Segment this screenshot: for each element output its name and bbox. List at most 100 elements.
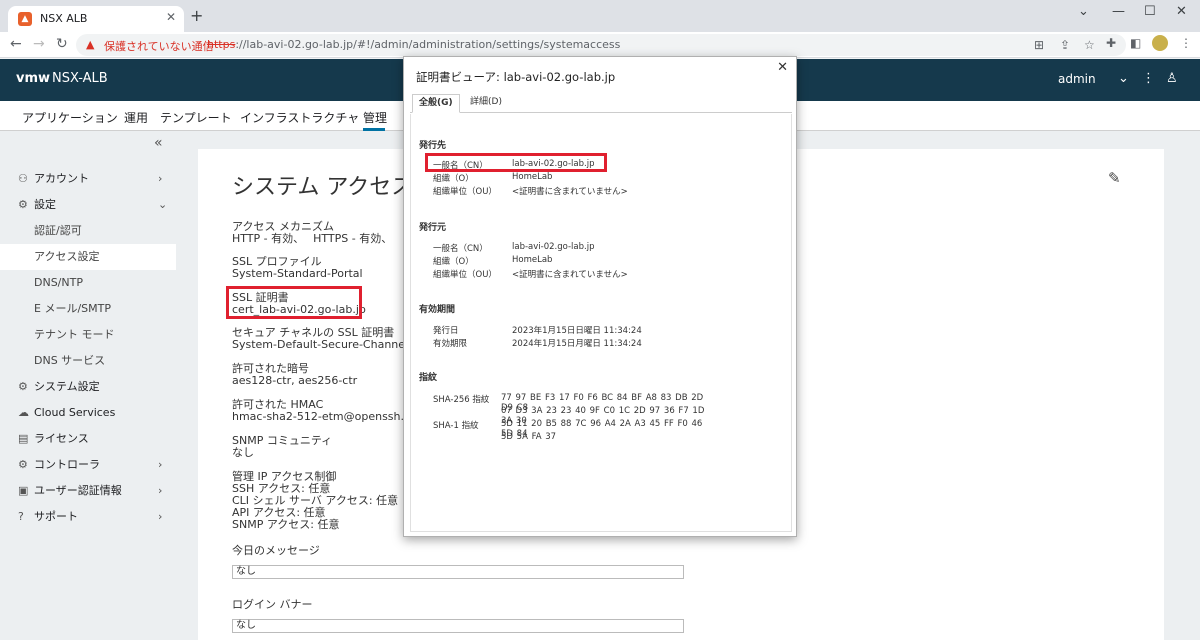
- sidebar-item-accounts[interactable]: ⚇ アカウント ›: [0, 166, 176, 192]
- issued-by-header: 発行元: [419, 223, 447, 233]
- vmware-logo: vmw: [16, 71, 51, 86]
- sidebar-item-user-credentials[interactable]: ▣ ユーザー認証情報 ›: [0, 478, 176, 504]
- chevron-down-icon: ⌄: [158, 198, 168, 211]
- url-scheme: https: [207, 38, 236, 51]
- highlight-ssl-certificate: [226, 286, 362, 319]
- user-menu[interactable]: admin: [1058, 72, 1096, 86]
- issued-by-cn: lab-avi-02.go-lab.jp: [512, 242, 595, 252]
- login-banner-input[interactable]: なし: [232, 619, 684, 633]
- security-label[interactable]: 保護されていない通信: [104, 38, 214, 54]
- field-ssl-profile: SSL プロファイル System-Standard-Portal: [232, 255, 363, 280]
- close-icon[interactable]: ✕: [777, 60, 788, 75]
- issued-to-header: 発行先: [419, 141, 447, 151]
- gear-icon: ⚙: [18, 198, 28, 211]
- share-icon[interactable]: ⇪: [1060, 38, 1070, 52]
- expires: 2024年1月15日月曜日 11:34:24: [512, 339, 642, 349]
- nav-applications[interactable]: アプリケーション: [22, 109, 118, 126]
- credentials-icon: ▣: [18, 484, 29, 497]
- sidebar: « ⚇ アカウント › ⚙ 設定 ⌄ 認証/認可 アクセス設定 DNS/NTP E メー…: [0, 131, 176, 640]
- maximize-icon[interactable]: ☐: [1144, 4, 1156, 19]
- login-banner-label: ログイン バナー: [232, 598, 313, 611]
- url-text[interactable]: https://lab-avi-02.go-lab.jp/#!/admin/ad…: [207, 38, 620, 51]
- chevron-right-icon: ›: [158, 510, 163, 523]
- profile-avatar[interactable]: [1152, 35, 1168, 51]
- sidebar-item-system-settings[interactable]: ⚙ システム設定: [0, 374, 176, 400]
- field-allowed-hmac: 許可された HMAC hmac-sha2-512-etm@openssh.com: [232, 398, 428, 423]
- sidebar-item-controller[interactable]: ⚙ コントローラ ›: [0, 452, 176, 478]
- issued-by-o-label: 組織（O）: [433, 257, 474, 267]
- help-icon: ?: [18, 510, 24, 523]
- tab-title: NSX ALB: [40, 12, 88, 25]
- sidebar-item-support[interactable]: ? サポート ›: [0, 504, 176, 530]
- gear-icon: ⚙: [18, 380, 28, 393]
- field-snmp-community: SNMP コミュニティ なし: [232, 434, 333, 459]
- product-name: NSX-ALB: [52, 71, 108, 86]
- extensions-icon[interactable]: ✚: [1106, 36, 1116, 50]
- reload-icon[interactable]: ↻: [56, 36, 68, 52]
- nav-operations[interactable]: 運用: [124, 109, 148, 126]
- issued-by-o: HomeLab: [512, 255, 553, 265]
- highlight-issued-to-cn: [425, 153, 607, 172]
- browser-toolbar: ← → ↻ ▲ 保護されていない通信 https://lab-avi-02.go…: [0, 32, 1200, 58]
- tab-details[interactable]: 詳細(D): [464, 94, 508, 113]
- sidebar-item-cloud-services[interactable]: ☁ Cloud Services: [0, 400, 176, 426]
- edit-pencil-icon[interactable]: ✎: [1108, 169, 1121, 187]
- new-tab-button[interactable]: +: [190, 6, 203, 25]
- nav-administration[interactable]: 管理: [363, 109, 387, 126]
- chevron-right-icon: ›: [158, 458, 163, 471]
- issued-to-ou-label: 組織単位（OU）: [433, 187, 497, 197]
- close-tab-icon[interactable]: ✕: [166, 10, 176, 24]
- fingerprints-header: 指紋: [419, 373, 438, 383]
- address-bar[interactable]: ▲ 保護されていない通信 https://lab-avi-02.go-lab.j…: [76, 34, 1126, 56]
- window-close-icon[interactable]: ✕: [1176, 4, 1187, 19]
- browser-tab[interactable]: ▲ NSX ALB ✕: [8, 6, 184, 32]
- forward-icon[interactable]: →: [33, 36, 45, 52]
- nav-templates[interactable]: テンプレート: [160, 109, 232, 126]
- tab-general[interactable]: 全般(G): [412, 94, 460, 113]
- sha256-label: SHA-256 指紋: [433, 395, 490, 405]
- back-icon[interactable]: ←: [10, 36, 22, 52]
- minimize-icon[interactable]: —: [1112, 4, 1125, 19]
- issued-to-o: HomeLab: [512, 172, 553, 182]
- dialog-tabs: 全般(G) 詳細(D): [410, 91, 792, 113]
- chevron-down-icon[interactable]: ⌄: [1118, 71, 1129, 86]
- translate-icon[interactable]: ⊞: [1034, 38, 1044, 52]
- side-panel-icon[interactable]: ◧: [1130, 36, 1141, 50]
- sidebar-item-email-smtp[interactable]: E メール/SMTP: [0, 296, 176, 322]
- issued-by-ou: <証明書に含まれていません>: [512, 270, 628, 280]
- controller-icon: ⚙: [18, 458, 28, 471]
- nsx-favicon-icon: ▲: [18, 12, 32, 26]
- collapse-sidebar-icon[interactable]: «: [154, 135, 163, 151]
- field-allowed-ciphers: 許可された暗号 aes128-ctr, aes256-ctr: [232, 362, 358, 387]
- field-access-mechanism: アクセス メカニズム HTTP - 有効、 HTTPS - 有効、: [232, 220, 393, 245]
- motd-input[interactable]: なし: [232, 565, 684, 579]
- dialog-body: 発行先 一般名（CN） lab-avi-02.go-lab.jp 組織（O） H…: [410, 114, 792, 532]
- user-icon[interactable]: ♙: [1166, 71, 1178, 86]
- sha1-line2: 5D 5A FA 37: [501, 432, 557, 442]
- issued-on-label: 発行日: [433, 326, 459, 336]
- chevron-right-icon: ›: [158, 172, 163, 185]
- issued-on: 2023年1月15日日曜日 11:34:24: [512, 326, 642, 336]
- page-title: システム アクセス: [232, 175, 414, 200]
- url-rest: ://lab-avi-02.go-lab.jp/#!/admin/adminis…: [235, 38, 621, 51]
- sidebar-item-auth[interactable]: 認証/認可: [0, 218, 176, 244]
- sidebar-item-settings[interactable]: ⚙ 設定 ⌄: [0, 192, 176, 218]
- issued-by-cn-label: 一般名（CN）: [433, 244, 488, 254]
- sha1-label: SHA-1 指紋: [433, 421, 479, 431]
- sidebar-item-dns-service[interactable]: DNS サービス: [0, 348, 176, 374]
- more-menu-icon[interactable]: ⋮: [1142, 71, 1155, 86]
- sidebar-item-tenant-mode[interactable]: テナント モード: [0, 322, 176, 348]
- certificate-viewer-dialog: 証明書ビューア: lab-avi-02.go-lab.jp ✕ 全般(G) 詳細…: [403, 56, 797, 537]
- warning-icon[interactable]: ▲: [86, 38, 94, 51]
- motd-label: 今日のメッセージ: [232, 544, 320, 557]
- bookmark-star-icon[interactable]: ☆: [1084, 38, 1095, 52]
- field-secure-channel-cert: セキュア チャネルの SSL 証明書 System-Default-Secure-…: [232, 326, 427, 351]
- nav-infrastructure[interactable]: インフラストラクチャ: [240, 109, 359, 126]
- tab-search-icon[interactable]: ⌄: [1078, 4, 1089, 19]
- sidebar-item-licensing[interactable]: ▤ ライセンス: [0, 426, 176, 452]
- browser-menu-icon[interactable]: ⋮: [1180, 36, 1192, 50]
- dialog-title: 証明書ビューア: lab-avi-02.go-lab.jp: [416, 70, 616, 84]
- expires-label: 有効期限: [433, 339, 468, 349]
- sidebar-item-dns-ntp[interactable]: DNS/NTP: [0, 270, 176, 296]
- sidebar-item-access-settings[interactable]: アクセス設定: [0, 244, 176, 270]
